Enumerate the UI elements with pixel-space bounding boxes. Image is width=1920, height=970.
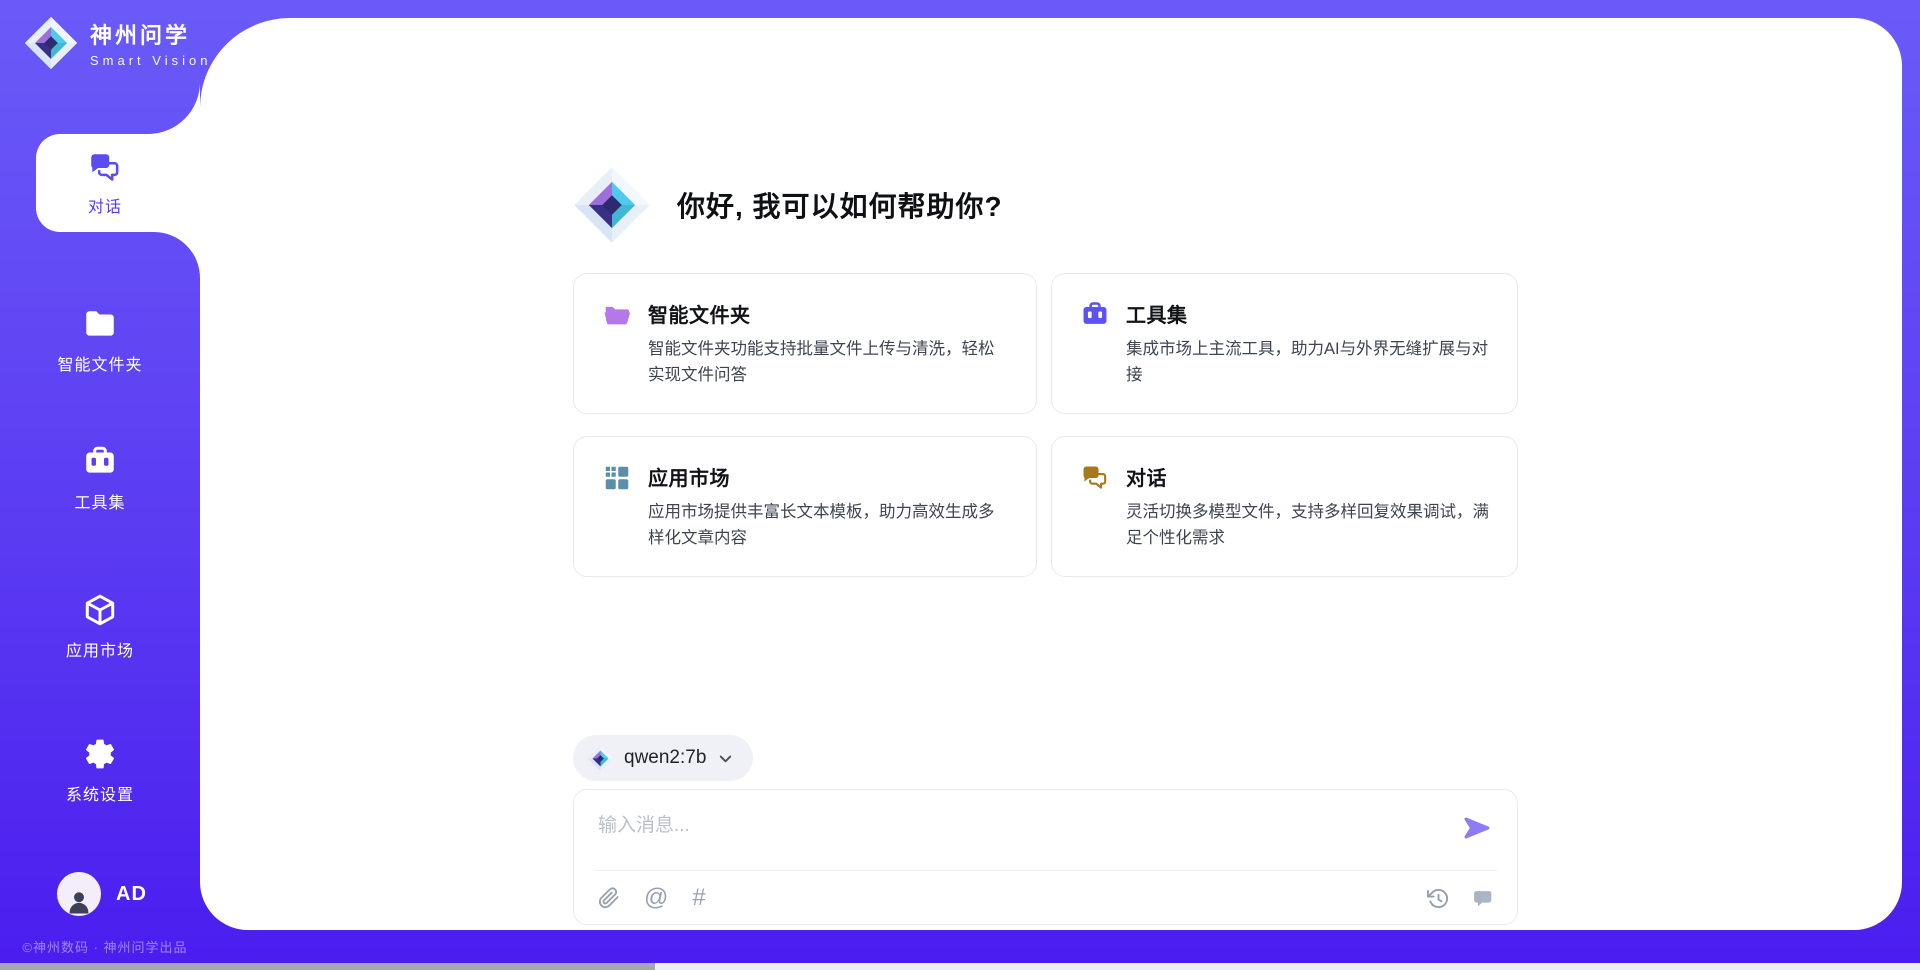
card-desc: 应用市场提供丰富长文本模板，助力高效生成多样化文章内容: [648, 500, 1008, 551]
model-name: qwen2:7b: [624, 747, 706, 769]
card-toolset[interactable]: 工具集 集成市场上主流工具，助力AI与外界无缝扩展与对接: [1051, 273, 1518, 414]
at-icon[interactable]: @: [644, 886, 668, 910]
user-row: AD: [57, 872, 147, 916]
history-icon[interactable]: [1427, 887, 1450, 910]
cube-icon: [82, 592, 118, 628]
diamond-logo-icon: [24, 16, 78, 70]
sidebar-item-smart-folder[interactable]: 智能文件夹: [0, 306, 200, 375]
content-column: 你好, 我可以如何帮助你? 智能文件夹 智能文件夹功能支持批量文件上传与清洗，轻…: [573, 18, 1518, 925]
folder-open-icon: [602, 300, 632, 330]
card-title: 对话: [1126, 462, 1489, 491]
scrollbar-thumb[interactable]: [0, 963, 655, 970]
brand: 神州问学 Smart Vision: [24, 16, 211, 70]
feature-cards: 智能文件夹 智能文件夹功能支持批量文件上传与清洗，轻松实现文件问答 工具集 集成…: [573, 273, 1518, 577]
card-body: 智能文件夹 智能文件夹功能支持批量文件上传与清洗，轻松实现文件问答: [648, 299, 1008, 388]
sidebar-footer: ©神州数码 · 神州问学出品: [0, 937, 210, 956]
sidebar-item-label: 智能文件夹: [57, 351, 142, 375]
sidebar-item-app-market[interactable]: 应用市场: [0, 592, 200, 661]
toolbox-icon: [82, 444, 118, 480]
sidebar-item-label: 对话: [88, 193, 122, 217]
card-chat[interactable]: 对话 灵活切换多模型文件，支持多样回复效果调试，满足个性化需求: [1051, 436, 1518, 577]
diamond-logo-icon: [587, 745, 614, 772]
card-title: 工具集: [1126, 299, 1489, 328]
paperclip-icon[interactable]: [598, 887, 620, 909]
card-desc: 集成市场上主流工具，助力AI与外界无缝扩展与对接: [1126, 337, 1489, 388]
main-panel: 你好, 我可以如何帮助你? 智能文件夹 智能文件夹功能支持批量文件上传与清洗，轻…: [200, 18, 1902, 930]
sidebar-item-chat[interactable]: 对话: [36, 134, 200, 232]
composer-tools-right: [1427, 887, 1493, 910]
sidebar-item-toolset[interactable]: 工具集: [0, 444, 200, 513]
card-body: 应用市场 应用市场提供丰富长文本模板，助力高效生成多样化文章内容: [648, 462, 1008, 551]
diamond-logo-icon: [573, 163, 651, 247]
greeting-row: 你好, 我可以如何帮助你?: [573, 163, 1518, 247]
folder-icon: [82, 306, 118, 342]
gear-icon: [82, 736, 118, 772]
chat-bubbles-icon: [87, 150, 123, 186]
brand-name: 神州问学: [90, 18, 211, 50]
card-desc: 智能文件夹功能支持批量文件上传与清洗，轻松实现文件问答: [648, 337, 1008, 388]
app-root: 你好, 我可以如何帮助你? 智能文件夹 智能文件夹功能支持批量文件上传与清洗，轻…: [0, 0, 1920, 970]
brand-subtitle: Smart Vision: [90, 53, 211, 68]
hash-icon[interactable]: #: [692, 886, 705, 910]
send-plane-icon: [1460, 812, 1492, 844]
card-smart-folder[interactable]: 智能文件夹 智能文件夹功能支持批量文件上传与清洗，轻松实现文件问答: [573, 273, 1037, 414]
sidebar-item-settings[interactable]: 系统设置: [0, 736, 200, 805]
avatar[interactable]: [57, 872, 101, 916]
card-title: 应用市场: [648, 462, 1008, 491]
chevron-down-icon: [716, 749, 735, 768]
message-input[interactable]: [598, 810, 1418, 860]
horizontal-scrollbar[interactable]: [0, 963, 1920, 970]
send-button[interactable]: [1459, 812, 1493, 846]
sidebar-item-label: 系统设置: [66, 781, 134, 805]
sidebar-item-label: 工具集: [74, 489, 125, 513]
composer-divider: [594, 870, 1497, 871]
model-selector[interactable]: qwen2:7b: [573, 735, 753, 781]
toolbox-icon: [1080, 300, 1110, 330]
chat-bubbles-icon: [1080, 463, 1110, 493]
composer: @ #: [573, 789, 1518, 925]
grid-icon: [602, 463, 632, 493]
chat-filled-icon[interactable]: [1470, 887, 1493, 910]
card-title: 智能文件夹: [648, 299, 1008, 328]
sidebar-item-label: 应用市场: [66, 637, 134, 661]
user-initials: AD: [116, 883, 147, 906]
card-body: 对话 灵活切换多模型文件，支持多样回复效果调试，满足个性化需求: [1126, 462, 1489, 551]
card-body: 工具集 集成市场上主流工具，助力AI与外界无缝扩展与对接: [1126, 299, 1489, 388]
person-icon: [64, 886, 94, 916]
composer-tools-left: @ #: [598, 886, 706, 910]
greeting-title: 你好, 我可以如何帮助你?: [677, 185, 1003, 225]
card-desc: 灵活切换多模型文件，支持多样回复效果调试，满足个性化需求: [1126, 500, 1489, 551]
card-app-market[interactable]: 应用市场 应用市场提供丰富长文本模板，助力高效生成多样化文章内容: [573, 436, 1037, 577]
